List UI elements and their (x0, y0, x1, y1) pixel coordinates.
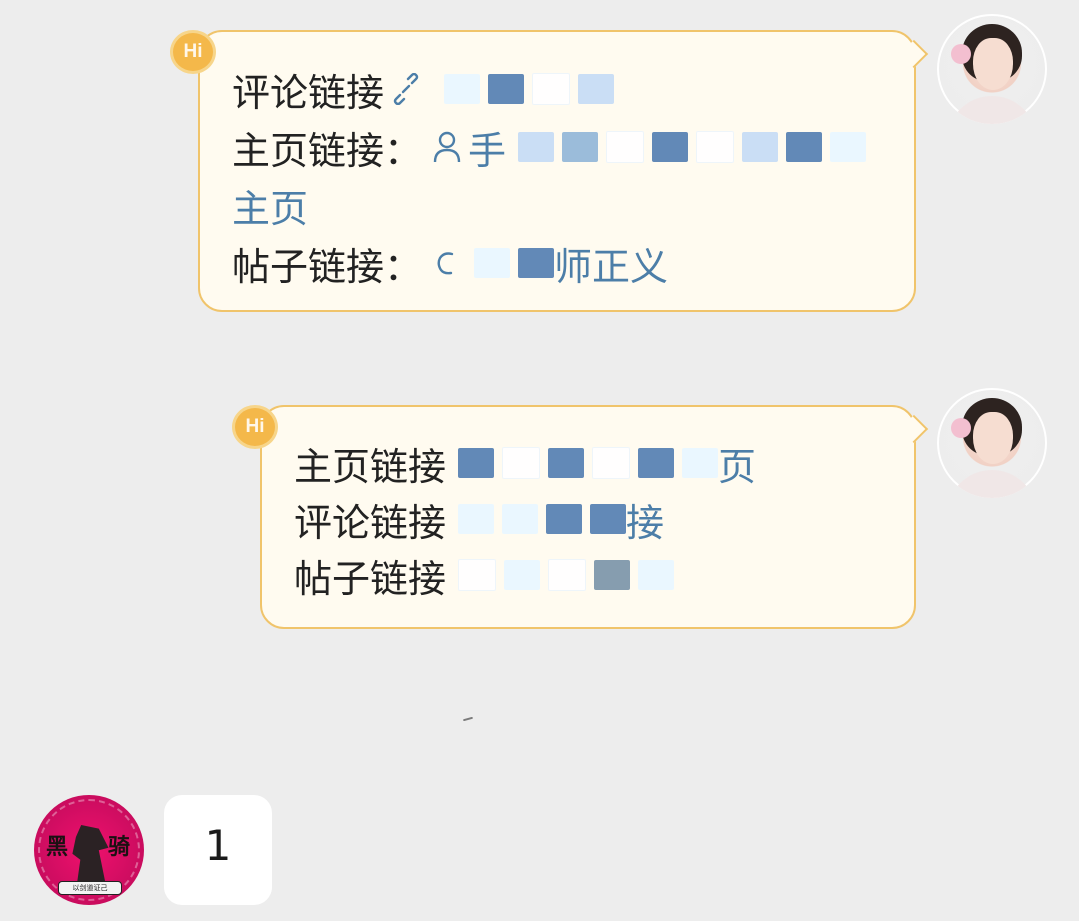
receiver-avatar[interactable]: 黑 骑 以剑道证己 (34, 795, 144, 905)
blur-block (578, 74, 615, 104)
avatar-shoulder (947, 96, 1037, 124)
comment-link-label: 评论链接 (232, 70, 385, 115)
blur-block (546, 504, 583, 534)
blur-block (606, 131, 645, 163)
sender-avatar[interactable] (937, 14, 1047, 124)
blur-block (652, 132, 689, 162)
blur-block (696, 131, 735, 163)
blur-block (502, 504, 539, 534)
profile-link-partial-text: 手 (468, 128, 507, 173)
blur-block (638, 448, 675, 478)
receiver-message-text: 1 (204, 821, 232, 870)
profile-link-label-2: 主页链接 (294, 444, 447, 489)
redacted-url (458, 447, 719, 479)
blur-block (458, 504, 495, 534)
blur-block (518, 248, 555, 278)
blur-block (488, 74, 525, 104)
blur-block (592, 447, 631, 479)
redacted-url (474, 248, 555, 278)
post-link-partial-text: 师正义 (554, 244, 669, 289)
hi-badge: Hi (170, 30, 216, 74)
redacted-url (458, 504, 627, 534)
redacted-url (444, 73, 615, 105)
small-mark (462, 716, 474, 722)
hi-badge-label: Hi (245, 416, 265, 437)
avatar-face (973, 412, 1013, 464)
profile-link-partial-text-2: 页 (718, 444, 757, 489)
blur-block (562, 132, 599, 162)
profile-link-label: 主页链接： (232, 128, 423, 173)
avatar-char-right: 骑 (107, 835, 130, 860)
bubble-tail (899, 39, 929, 69)
user-icon (433, 131, 461, 163)
comment-link-partial-text-2: 接 (626, 500, 665, 545)
refresh-icon (437, 252, 454, 275)
avatar-char-left: 黑 (46, 835, 69, 860)
blur-block (830, 132, 867, 162)
bubble-tail (899, 414, 929, 444)
flower-icon (951, 418, 971, 438)
receiver-message-bubble[interactable]: 1 (164, 795, 272, 905)
blur-block (518, 132, 555, 162)
post-link-label: 帖子链接： (232, 244, 423, 289)
redacted-url (518, 131, 867, 163)
hi-badge-label: Hi (183, 41, 203, 62)
sender-avatar[interactable] (937, 388, 1047, 498)
blur-block (590, 504, 627, 534)
message-lines: 主页链接 页 评论链接 接 帖子链接 (294, 435, 756, 603)
avatar-shoulder (947, 470, 1037, 498)
blur-block (444, 74, 481, 104)
comment-link-label-2: 评论链接 (294, 500, 447, 545)
link-icon (393, 73, 419, 105)
chat-bubble-second[interactable]: Hi 主页链接 页 评论链接 接 帖子链接 (232, 405, 929, 629)
homepage-link-row[interactable]: 主页 (232, 176, 866, 234)
flower-icon (951, 44, 971, 64)
blur-block (682, 448, 719, 478)
message-lines: 评论链接 主页链接： 手 主页 帖子链接： 师正义 (232, 60, 867, 292)
redacted-url (458, 559, 675, 591)
blur-block (474, 248, 511, 278)
blur-block (742, 132, 779, 162)
blur-block (594, 560, 631, 590)
chat-bubble-first[interactable]: Hi 评论链接 主页链接： 手 主页 帖子链接： 师正义 (170, 30, 929, 312)
blur-block (548, 559, 587, 591)
avatar-face (973, 38, 1013, 90)
hi-badge: Hi (232, 405, 278, 449)
blur-block (638, 560, 675, 590)
blur-block (532, 73, 571, 105)
profile-link-row[interactable]: 主页链接： 手 (232, 118, 867, 176)
blur-block (504, 560, 541, 590)
blur-block (786, 132, 823, 162)
post-link-row[interactable]: 帖子链接： 师正义 (232, 234, 866, 292)
blur-block (548, 448, 585, 478)
blur-block (458, 559, 497, 591)
blur-block (458, 448, 495, 478)
post-link-row-2[interactable]: 帖子链接 (294, 547, 756, 603)
post-link-label-2: 帖子链接 (294, 556, 447, 601)
comment-link-row[interactable]: 评论链接 (232, 60, 866, 118)
avatar-banner: 以剑道证己 (58, 881, 122, 895)
comment-link-row-2[interactable]: 评论链接 接 (294, 491, 756, 547)
homepage-link-text[interactable]: 主页 (232, 178, 308, 233)
blur-block (502, 447, 541, 479)
profile-link-row-2[interactable]: 主页链接 页 (294, 435, 756, 491)
